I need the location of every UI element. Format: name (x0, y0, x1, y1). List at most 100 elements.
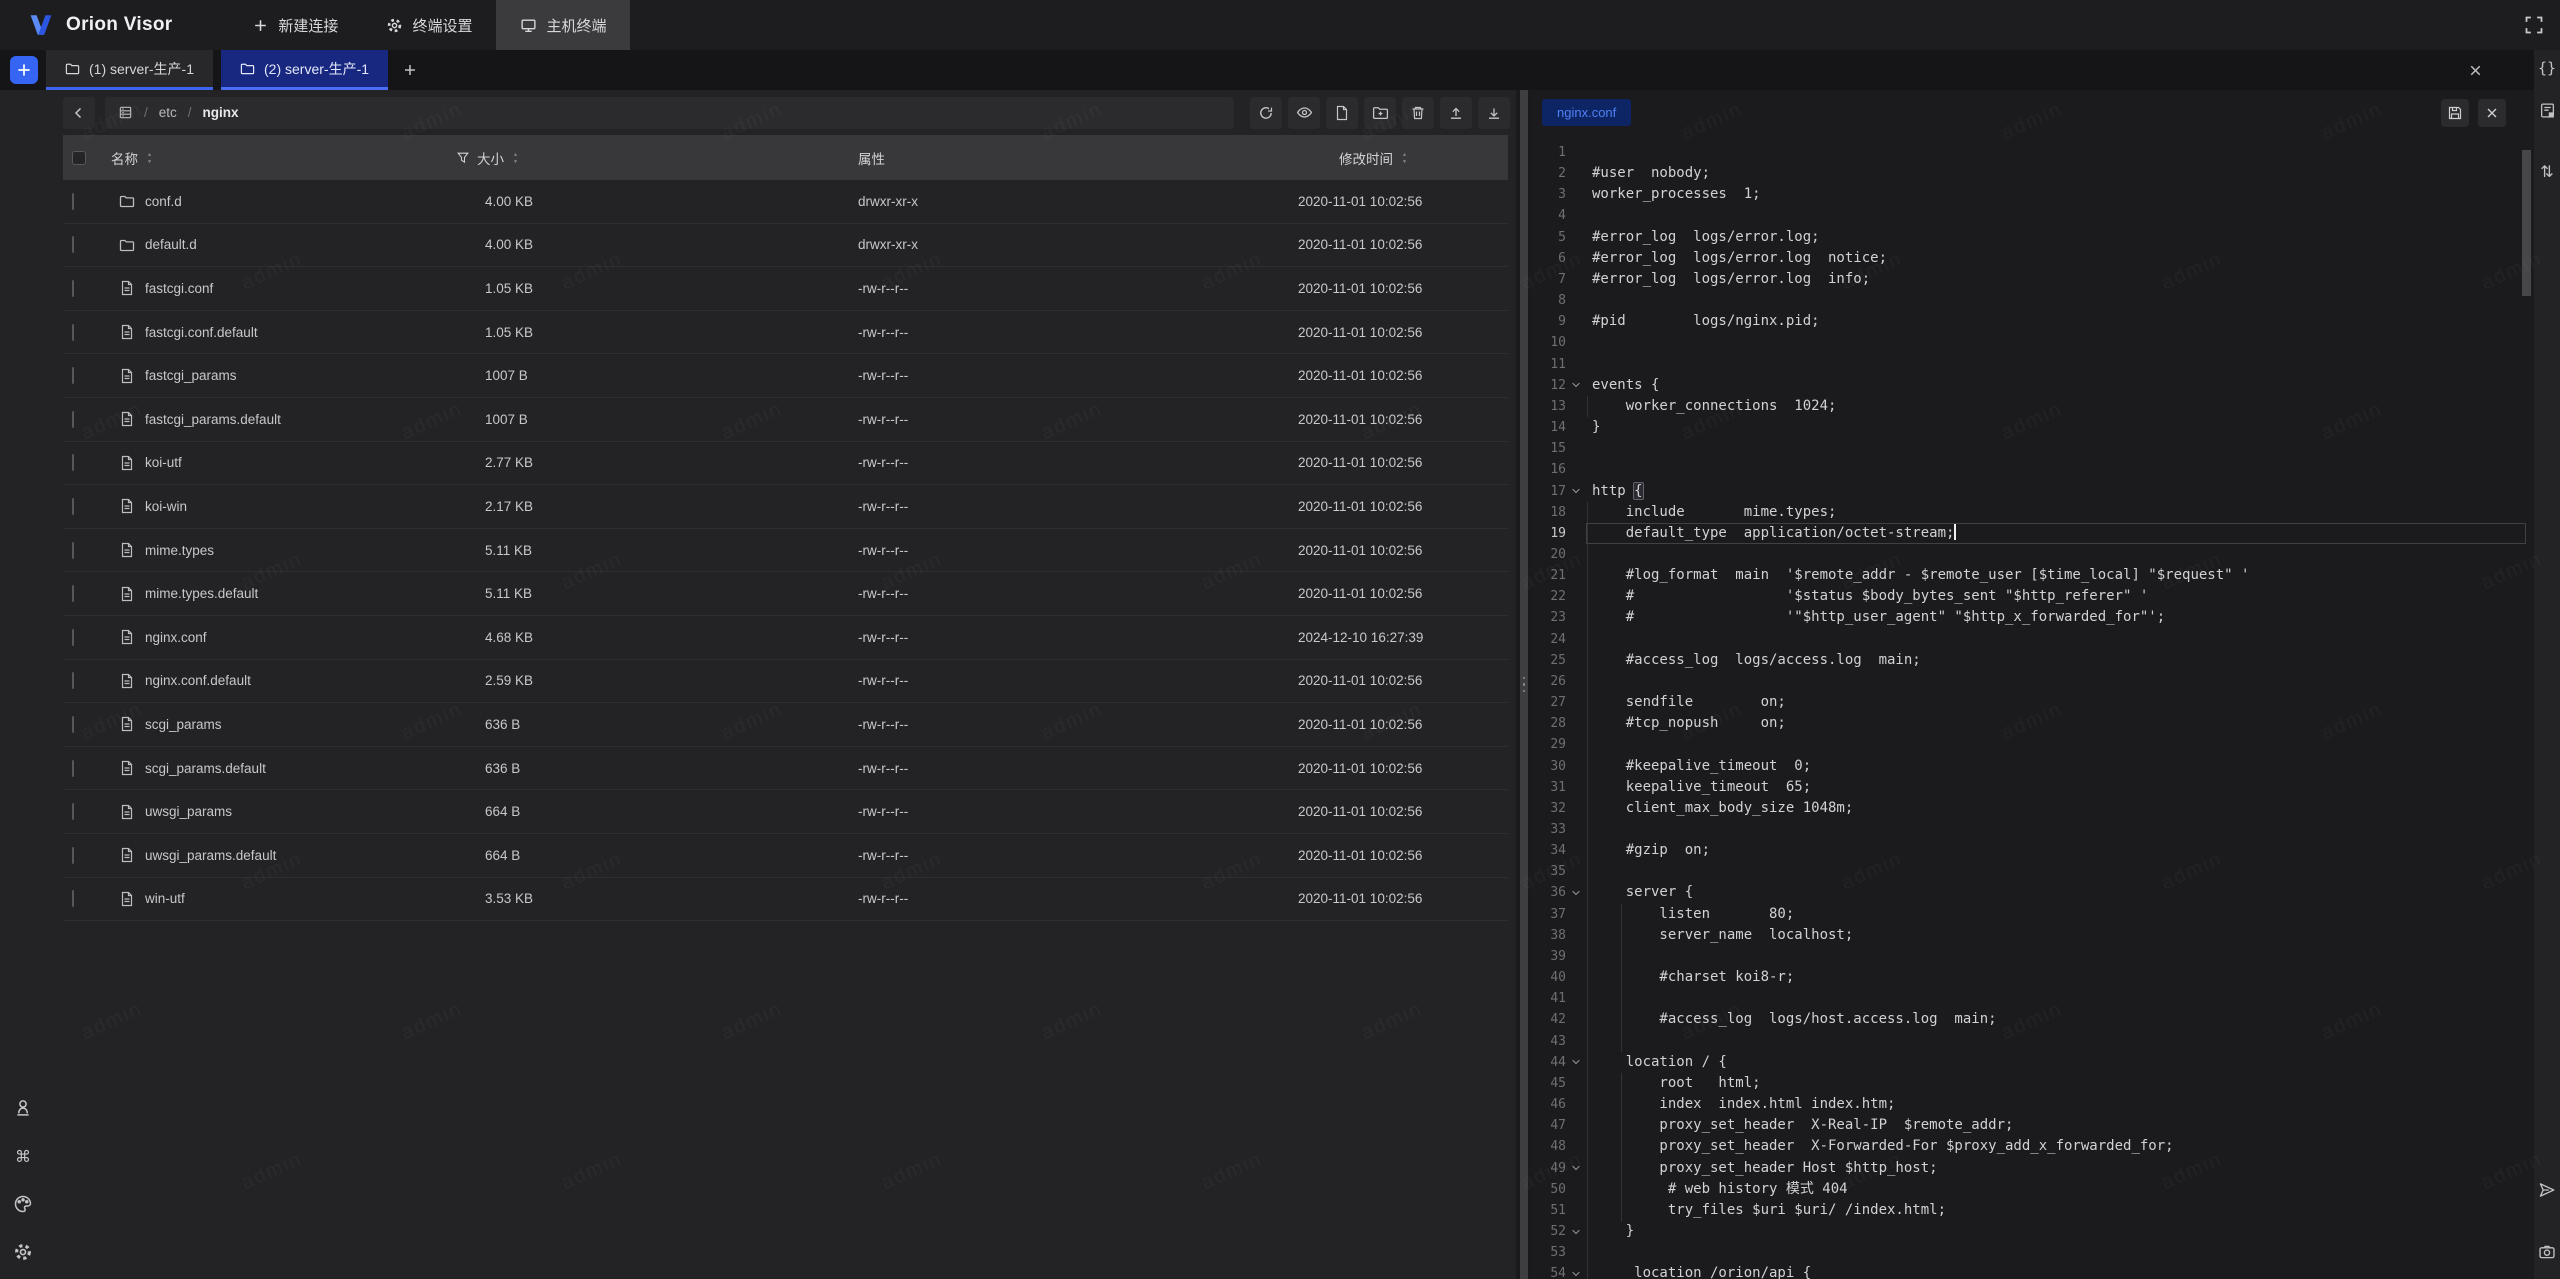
tab-server-1[interactable]: (1) server-生产-1 (46, 50, 213, 90)
file-name[interactable]: koi-utf (145, 455, 182, 470)
json-view-button[interactable]: {} (2536, 57, 2558, 79)
new-tab-primary-button[interactable] (10, 56, 38, 84)
file-table-row[interactable]: mime.types 5.11 KB -rw-r--r-- 2020-11-01… (63, 529, 1508, 573)
code-line[interactable]: 29 (1532, 734, 2534, 755)
row-checkbox[interactable] (72, 367, 74, 384)
download-button[interactable] (1478, 97, 1510, 129)
code-line[interactable]: 11 (1532, 354, 2534, 375)
new-folder-button[interactable] (1364, 97, 1396, 129)
file-table-row[interactable]: uwsgi_params.default 664 B -rw-r--r-- 20… (63, 834, 1508, 878)
code-line[interactable]: 27 sendfile on; (1532, 692, 2534, 713)
code-line[interactable]: 8 (1532, 290, 2534, 311)
code-line[interactable]: 23 # '"$http_user_agent" "$http_x_forwar… (1532, 607, 2534, 628)
code-line[interactable]: 17 http { (1532, 481, 2534, 502)
file-table-row[interactable]: scgi_params.default 636 B -rw-r--r-- 202… (63, 747, 1508, 791)
filter-icon[interactable] (456, 151, 470, 165)
code-line[interactable]: 48 proxy_set_header X-Forwarded-For $pro… (1532, 1136, 2534, 1157)
editor-file-tab[interactable]: nginx.conf (1542, 99, 1631, 126)
file-name[interactable]: uwsgi_params.default (145, 848, 276, 863)
new-file-button[interactable] (1326, 97, 1358, 129)
file-table-row[interactable]: conf.d 4.00 KB drwxr-xr-x 2020-11-01 10:… (63, 180, 1508, 224)
code-line[interactable]: 18 include mime.types; (1532, 502, 2534, 523)
code-line[interactable]: 9 #pid logs/nginx.pid; (1532, 311, 2534, 332)
code-line[interactable]: 7 #error_log logs/error.log info; (1532, 269, 2534, 290)
close-panel-button[interactable] (2467, 50, 2534, 90)
file-name[interactable]: nginx.conf.default (145, 673, 251, 688)
row-checkbox[interactable] (72, 847, 74, 864)
code-line[interactable]: 40 #charset koi8-r; (1532, 967, 2534, 988)
code-line[interactable]: 16 (1532, 459, 2534, 480)
row-checkbox[interactable] (72, 716, 74, 733)
fold-chevron-icon[interactable] (1566, 887, 1586, 899)
code-line[interactable]: 32 client_max_body_size 1048m; (1532, 798, 2534, 819)
file-name[interactable]: default.d (145, 237, 197, 252)
file-name[interactable]: uwsgi_params (145, 804, 232, 819)
file-name[interactable]: fastcgi.conf.default (145, 325, 258, 340)
editor-scrollbar-thumb[interactable] (2522, 150, 2531, 296)
file-name[interactable]: mime.types.default (145, 586, 258, 601)
code-line[interactable]: 2 #user nobody; (1532, 163, 2534, 184)
code-line[interactable]: 19 default_type application/octet-stream… (1532, 523, 2534, 544)
code-line[interactable]: 31 keepalive_timeout 65; (1532, 777, 2534, 798)
file-table-row[interactable]: fastcgi.conf 1.05 KB -rw-r--r-- 2020-11-… (63, 267, 1508, 311)
code-line[interactable]: 25 #access_log logs/access.log main; (1532, 650, 2534, 671)
file-table-row[interactable]: win-utf 3.53 KB -rw-r--r-- 2020-11-01 10… (63, 878, 1508, 922)
file-table-row[interactable]: koi-win 2.17 KB -rw-r--r-- 2020-11-01 10… (63, 485, 1508, 529)
code-line[interactable]: 22 # '$status $body_bytes_sent "$http_re… (1532, 586, 2534, 607)
code-line[interactable]: 24 (1532, 629, 2534, 650)
file-name[interactable]: scgi_params (145, 717, 222, 732)
breadcrumb-segment-etc[interactable]: etc (159, 105, 177, 120)
user-button[interactable] (10, 1095, 36, 1121)
file-table-row[interactable]: fastcgi_params 1007 B -rw-r--r-- 2020-11… (63, 354, 1508, 398)
row-checkbox[interactable] (72, 585, 74, 602)
code-line[interactable]: 41 (1532, 988, 2534, 1009)
file-table-row[interactable]: nginx.conf 4.68 KB -rw-r--r-- 2024-12-10… (63, 616, 1508, 660)
theme-button[interactable] (10, 1191, 36, 1217)
code-line[interactable]: 3 worker_processes 1; (1532, 184, 2534, 205)
row-checkbox[interactable] (72, 629, 74, 646)
file-table-row[interactable]: scgi_params 636 B -rw-r--r-- 2020-11-01 … (63, 703, 1508, 747)
code-line[interactable]: 26 (1532, 671, 2534, 692)
code-line[interactable]: 13 worker_connections 1024; (1532, 396, 2534, 417)
code-line[interactable]: 10 (1532, 332, 2534, 353)
file-name[interactable]: mime.types (145, 543, 214, 558)
code-line[interactable]: 14 } (1532, 417, 2534, 438)
file-name[interactable]: win-utf (145, 891, 185, 906)
add-tab-button[interactable] (388, 50, 432, 90)
column-header-size[interactable]: 大小 (453, 148, 858, 168)
row-checkbox[interactable] (72, 760, 74, 777)
code-line[interactable]: 15 (1532, 438, 2534, 459)
code-line[interactable]: 36 server { (1532, 882, 2534, 903)
code-line[interactable]: 21 #log_format main '$remote_addr - $rem… (1532, 565, 2534, 586)
menu-host-terminal[interactable]: 主机终端 (496, 0, 630, 50)
row-checkbox[interactable] (72, 890, 74, 907)
code-line[interactable]: 46 index index.html index.htm; (1532, 1094, 2534, 1115)
file-table-row[interactable]: fastcgi_params.default 1007 B -rw-r--r--… (63, 398, 1508, 442)
fold-chevron-icon[interactable] (1566, 379, 1586, 391)
send-command-button[interactable] (2536, 1179, 2558, 1201)
code-line[interactable]: 37 listen 80; (1532, 904, 2534, 925)
row-checkbox[interactable] (72, 324, 74, 341)
sort-icon[interactable] (145, 151, 154, 165)
toggle-hidden-files-button[interactable] (1288, 97, 1320, 129)
code-line[interactable]: 42 #access_log logs/host.access.log main… (1532, 1009, 2534, 1030)
menu-new-connection[interactable]: 新建连接 (228, 0, 362, 50)
fullscreen-button[interactable] (2508, 0, 2560, 50)
tab-server-2[interactable]: (2) server-生产-1 (221, 50, 388, 90)
code-line[interactable]: 6 #error_log logs/error.log notice; (1532, 248, 2534, 269)
file-table-row[interactable]: uwsgi_params 664 B -rw-r--r-- 2020-11-01… (63, 790, 1508, 834)
file-name[interactable]: fastcgi_params (145, 368, 237, 383)
code-line[interactable]: 12 events { (1532, 375, 2534, 396)
file-name[interactable]: scgi_params.default (145, 761, 266, 776)
file-table-row[interactable]: nginx.conf.default 2.59 KB -rw-r--r-- 20… (63, 660, 1508, 704)
column-header-name[interactable]: 名称 (107, 148, 453, 168)
code-line[interactable]: 54 location /orion/api { (1532, 1263, 2534, 1279)
code-line[interactable]: 4 (1532, 205, 2534, 226)
upload-button[interactable] (1440, 97, 1472, 129)
column-header-mtime[interactable]: 修改时间 (1298, 148, 1508, 168)
code-line[interactable]: 28 #tcp_nopush on; (1532, 713, 2534, 734)
code-area[interactable]: 1 2 #user nobody; 3 worker_processes 1; … (1532, 142, 2534, 1279)
sort-icon[interactable] (511, 151, 520, 165)
file-table-row[interactable]: koi-utf 2.77 KB -rw-r--r-- 2020-11-01 10… (63, 442, 1508, 486)
code-line[interactable]: 20 (1532, 544, 2534, 565)
